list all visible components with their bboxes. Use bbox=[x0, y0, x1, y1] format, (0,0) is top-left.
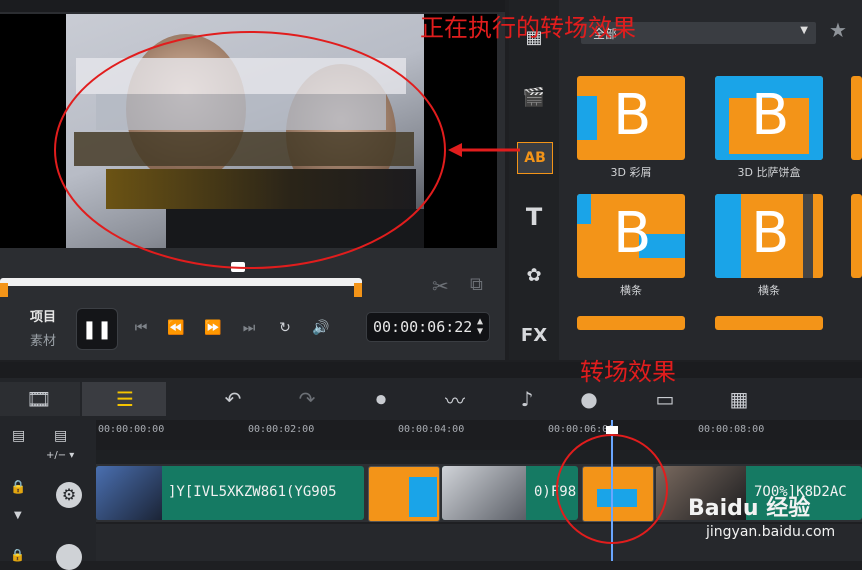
annotation-overlay bbox=[54, 31, 668, 544]
arrow-head bbox=[448, 143, 462, 157]
watermark-brand: Baidu 经验 bbox=[688, 496, 811, 521]
annotation-text-mid: 转场效果 bbox=[580, 358, 676, 386]
watermark-url: jingyan.baidu.com bbox=[706, 524, 836, 540]
highlight-ellipse bbox=[54, 31, 446, 269]
highlight-ellipse bbox=[556, 434, 668, 544]
annotation-text-top: 正在执行的转场效果 bbox=[420, 14, 636, 42]
